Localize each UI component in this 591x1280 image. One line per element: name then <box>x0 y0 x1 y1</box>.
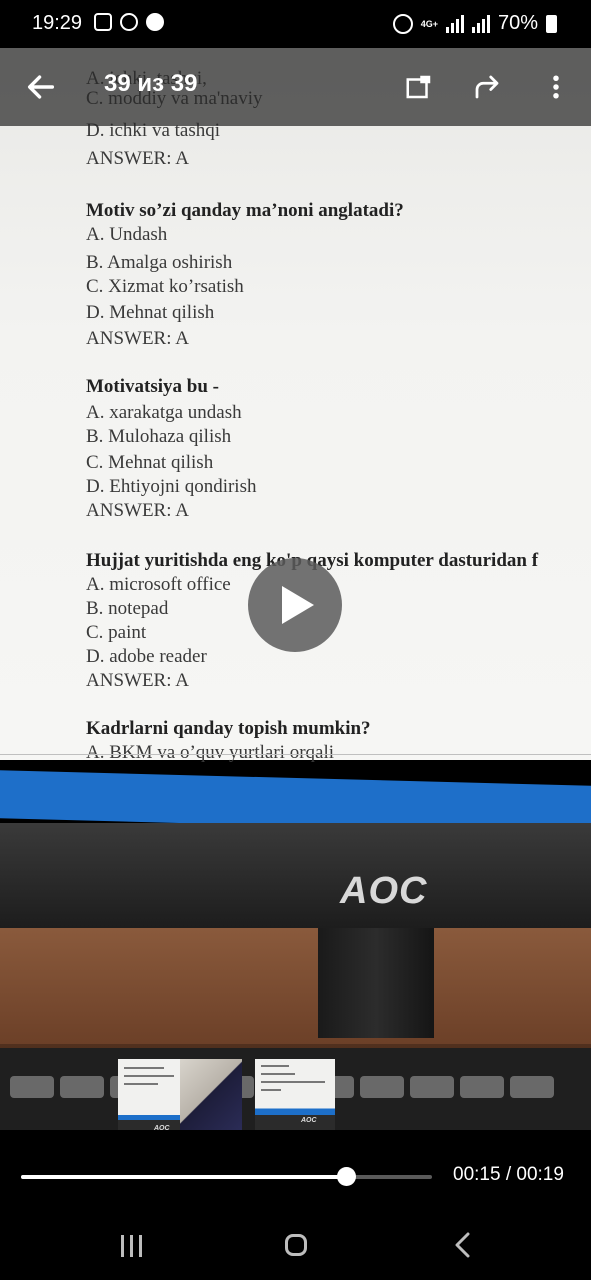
document-divider <box>0 754 591 755</box>
option-line: A. xarakatga undash <box>86 402 242 423</box>
option-line: A. microsoft office <box>86 574 231 595</box>
seek-progress <box>21 1175 346 1179</box>
battery-percent: 70% <box>497 12 538 34</box>
battery-icon <box>546 14 557 33</box>
answer-line: ANSWER: A <box>86 670 189 691</box>
open-window-icon[interactable] <box>404 72 434 102</box>
answer-line: ANSWER: A <box>86 500 189 521</box>
home-icon[interactable] <box>285 1234 307 1256</box>
status-bar: 19:29 4G+ 70% <box>0 0 591 48</box>
page-counter-title: 39 из 39 <box>104 70 198 97</box>
option-line: D. adobe reader <box>86 646 207 667</box>
question-text: Motiv so’zi qanday ma’noni anglatadi? <box>86 200 404 221</box>
option-line: B. Amalga oshirish <box>86 252 233 273</box>
signal-icon <box>445 14 464 33</box>
question-text: Kadrlarni qanday topish mumkin? <box>86 718 371 739</box>
thumbnail-2[interactable] <box>180 1059 242 1139</box>
status-time: 19:29 <box>32 12 83 34</box>
back-icon[interactable] <box>452 1232 474 1258</box>
viewer-app-bar: 39 из 39 <box>0 48 591 126</box>
recent-apps-icon[interactable] <box>121 1235 145 1257</box>
option-line: C. Mehnat qilish <box>86 452 214 473</box>
alarm-icon <box>392 13 413 34</box>
network-type: 4G+ <box>420 18 438 29</box>
option-line: D. Mehnat qilish <box>86 302 215 323</box>
option-line: C. Xizmat ko’rsatish <box>86 276 244 297</box>
question-text: Motivatsiya bu - <box>86 376 219 397</box>
option-line: B. Mulohaza qilish <box>86 426 232 447</box>
status-right: 4G+ 70% <box>392 12 557 35</box>
signal-icon <box>471 14 490 33</box>
back-arrow-icon[interactable] <box>24 70 58 104</box>
seek-thumb[interactable] <box>337 1167 356 1186</box>
bubble-icon <box>120 13 138 31</box>
image-icon <box>94 13 112 31</box>
option-line: A. BKM va o’quv yurtlari orqali <box>86 742 335 763</box>
thumbnail-1[interactable]: AOC <box>118 1059 180 1139</box>
document-page: A. ichki, tashqi,C. moddiy va ma'naviyD.… <box>0 48 591 763</box>
share-forward-icon[interactable] <box>472 72 502 102</box>
play-icon <box>282 586 314 624</box>
thumbnail-3[interactable]: AOC <box>255 1059 335 1139</box>
option-line: C. paint <box>86 622 147 643</box>
monitor-logo: AOC <box>340 870 428 912</box>
option-line: B. notepad <box>86 598 169 619</box>
answer-line: ANSWER: A <box>86 148 189 169</box>
answer-line: ANSWER: A <box>86 328 189 349</box>
monitor-stand <box>318 928 434 1038</box>
play-button[interactable] <box>248 558 342 652</box>
option-line: A. Undash <box>86 224 168 245</box>
playback-time: 00:15 / 00:19 <box>453 1164 564 1185</box>
monitor-bezel <box>0 823 591 931</box>
option-line: D. Ehtiyojni qondirish <box>86 476 257 497</box>
more-vert-icon[interactable] <box>541 72 571 102</box>
sync-icon <box>146 13 164 31</box>
